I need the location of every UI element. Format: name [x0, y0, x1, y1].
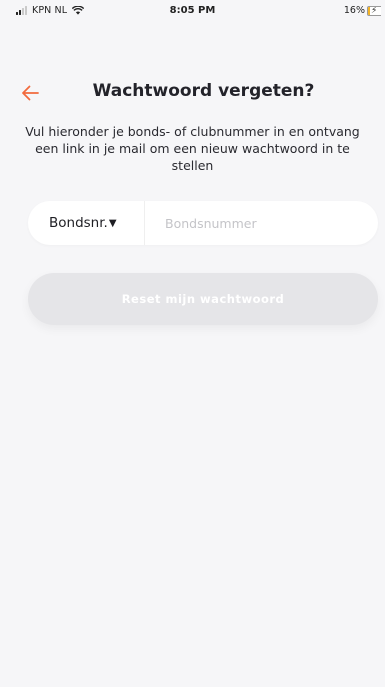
- battery-percent: 16%: [343, 5, 365, 16]
- member-number-field-group: Bondsnr. ▼: [28, 200, 378, 246]
- number-type-select[interactable]: Bondsnr. ▼: [28, 201, 145, 245]
- battery-icon: ⚡: [367, 5, 381, 16]
- number-type-label: Bondsnr.: [49, 215, 108, 231]
- status-bar: KPN NL 8:05 PM 16% ⚡: [0, 0, 385, 24]
- bottom-safe-area: [0, 667, 385, 687]
- member-number-input[interactable]: [145, 200, 378, 246]
- caret-down-icon: ▼: [108, 217, 117, 229]
- status-right: 16% ⚡: [344, 5, 381, 16]
- header: Wachtwoord vergeten?: [0, 79, 385, 109]
- instructions-text: Vul hieronder je bonds- of clubnummer in…: [25, 124, 360, 173]
- reset-password-button[interactable]: Reset mijn wachtwoord: [28, 273, 378, 325]
- battery-fill: [368, 6, 371, 15]
- page-title: Wachtwoord vergeten?: [92, 81, 315, 101]
- charging-bolt-icon: ⚡: [371, 5, 378, 16]
- status-time: 8:05 PM: [169, 5, 216, 16]
